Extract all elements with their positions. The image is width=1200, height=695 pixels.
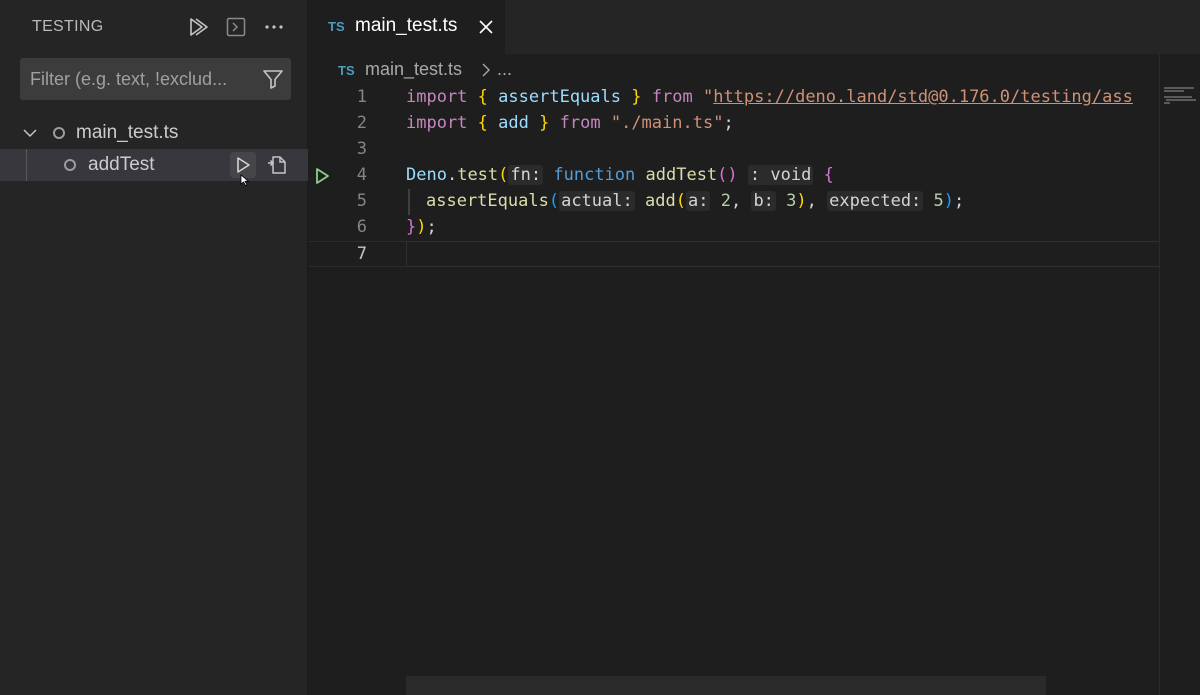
code-editor[interactable]: 1 import { assertEquals } from "https://…	[309, 85, 1159, 275]
typescript-file-icon: TS	[328, 19, 345, 34]
inlay-hint: actual:	[559, 191, 635, 211]
code-line: 1 import { assertEquals } from "https://…	[309, 85, 1159, 111]
test-status-unset-icon	[53, 127, 65, 139]
breadcrumb-file[interactable]: main_test.ts	[365, 59, 462, 80]
mouse-pointer-icon	[240, 174, 250, 186]
go-to-test-button[interactable]	[264, 152, 290, 178]
ellipsis-icon	[265, 25, 283, 29]
test-filter-box	[20, 58, 291, 100]
tab-label: main_test.ts	[355, 15, 458, 36]
sidebar-header: TESTING	[0, 0, 308, 54]
tab-main-test[interactable]: TS main_test.ts	[309, 0, 505, 54]
inlay-hint: : void	[747, 165, 814, 185]
minimap-line	[1164, 90, 1184, 92]
test-file-label: main_test.ts	[76, 122, 179, 143]
inlay-hint: a:	[685, 191, 711, 211]
code-text: Deno.test(fn: function addTest() : void …	[406, 165, 834, 185]
code-text: import { assertEquals } from "https://de…	[406, 87, 1133, 107]
code-line: 2 import { add } from "./main.ts";	[309, 111, 1159, 137]
indent-guide	[408, 189, 410, 215]
breadcrumb-symbols[interactable]: ...	[497, 59, 512, 80]
code-line-current: 7	[309, 241, 1159, 267]
minimap-line	[1166, 99, 1196, 101]
import-url-link[interactable]: https://deno.land/std@0.176.0/testing/as…	[713, 87, 1133, 107]
show-output-button[interactable]	[223, 14, 249, 40]
line-number: 7	[356, 244, 367, 264]
chevron-right-icon	[482, 63, 490, 77]
minimap-line	[1164, 96, 1192, 98]
indent-guide	[26, 149, 27, 181]
line-number: 6	[356, 217, 367, 237]
run-all-tests-button[interactable]	[185, 14, 211, 40]
line-number: 1	[356, 87, 367, 107]
editor-group: TS main_test.ts TS main_test.ts ... 1 im…	[309, 0, 1200, 695]
code-line: 5 assertEquals(actual: add(a: 2, b: 3), …	[309, 189, 1159, 215]
inlay-hint: b:	[751, 191, 776, 211]
go-to-file-icon	[268, 156, 286, 174]
play-icon	[237, 157, 250, 173]
sidebar-title: TESTING	[32, 18, 104, 35]
code-line: 6 });	[309, 215, 1159, 241]
code-text: import { add } from "./main.ts";	[406, 113, 734, 133]
breadcrumb: TS main_test.ts ...	[309, 58, 909, 82]
testing-sidebar: TESTING Filter (e.g. text, !exclud... ma…	[0, 0, 308, 695]
code-line: 4 Deno.test(fn: function addTest() : voi…	[309, 163, 1159, 189]
line-number: 3	[356, 139, 367, 159]
run-all-icon	[190, 18, 208, 36]
typescript-file-icon: TS	[338, 63, 355, 78]
filter-icon[interactable]	[261, 67, 285, 91]
test-filter-input[interactable]	[20, 58, 260, 100]
test-name-label: addTest	[88, 154, 155, 175]
test-tree-item-test[interactable]: addTest	[0, 149, 308, 181]
code-text: });	[406, 217, 437, 237]
test-status-unset-icon	[64, 159, 76, 171]
line-number: 2	[356, 113, 367, 133]
line-number: 5	[356, 191, 367, 211]
minimap-line	[1164, 87, 1194, 89]
tab-bar: TS main_test.ts	[309, 0, 1200, 54]
close-icon[interactable]	[476, 17, 496, 37]
minimap[interactable]	[1159, 54, 1200, 695]
code-line: 3	[309, 137, 1159, 163]
chevron-down-icon[interactable]	[22, 125, 38, 141]
line-number: 4	[356, 165, 367, 185]
inlay-hint: fn:	[508, 165, 544, 185]
test-tree-item-file[interactable]: main_test.ts	[0, 117, 308, 149]
terminal-icon	[226, 17, 246, 37]
inlay-hint: expected:	[827, 191, 924, 211]
more-actions-button[interactable]	[261, 14, 287, 40]
minimap-line	[1164, 102, 1170, 104]
horizontal-scrollbar[interactable]	[406, 676, 1046, 695]
code-text: assertEquals(actual: add(a: 2, b: 3), ex…	[406, 189, 964, 215]
